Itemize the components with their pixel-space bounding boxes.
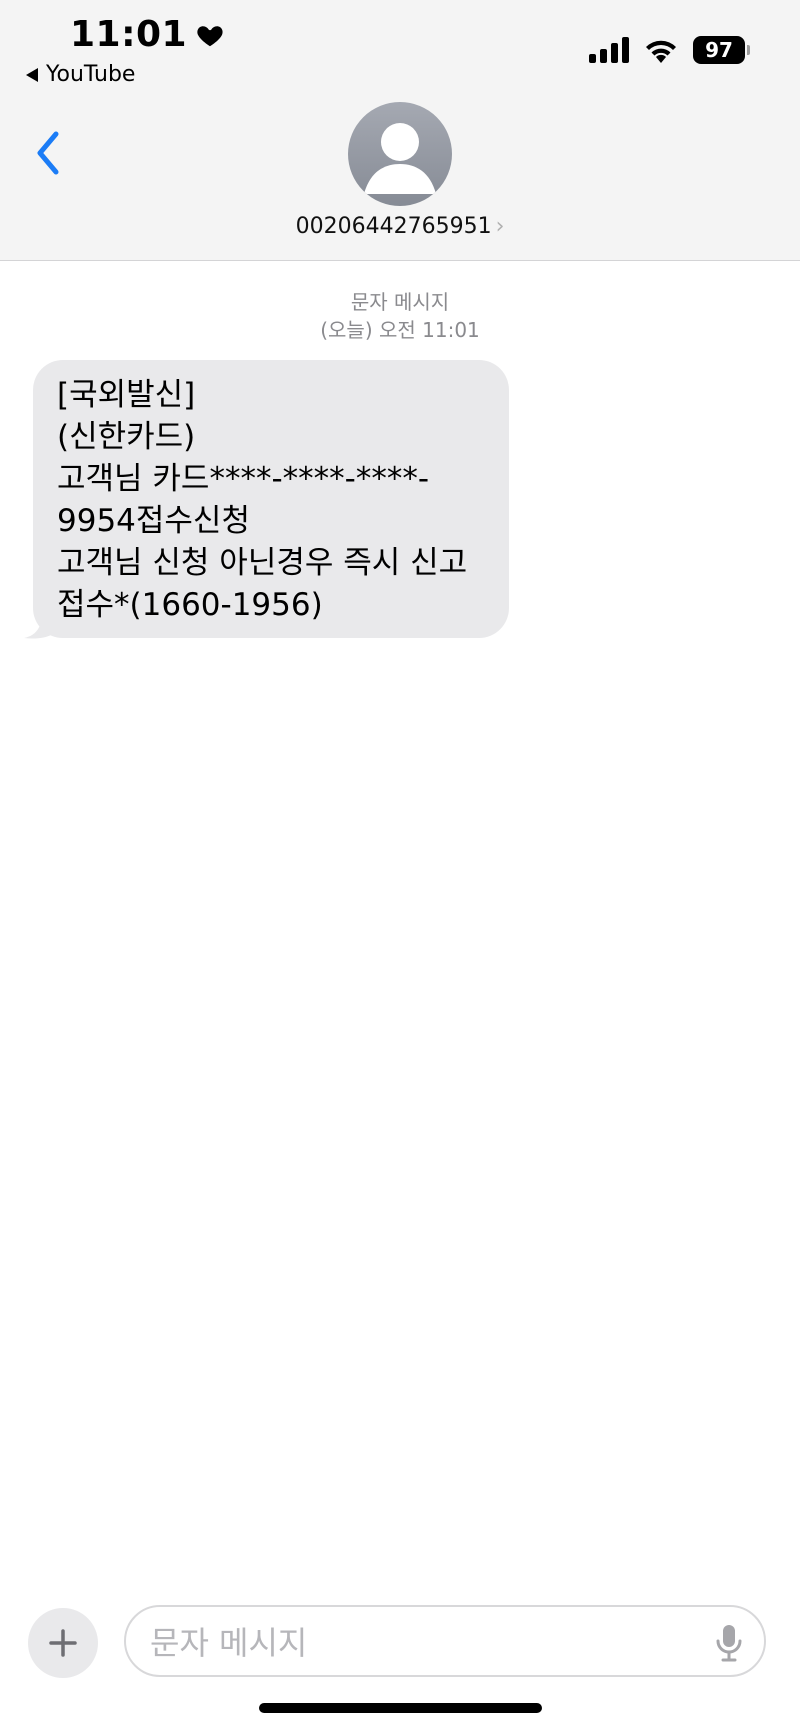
battery-icon: 97 (693, 36, 745, 64)
service-label: 문자 메시지 (350, 290, 450, 314)
message-line: 접수*(1660-1956) (57, 587, 323, 623)
message-line: (신한카드) (57, 419, 196, 455)
message-input[interactable]: 문자 메시지 (124, 1605, 766, 1677)
person-icon (364, 123, 436, 194)
messages-screen: 11:01 YouTube 97 00206442765951 › 문자 메시지… (0, 0, 800, 1731)
back-chevron-icon[interactable] (30, 128, 66, 178)
status-time-text: 11:01 (70, 14, 188, 55)
status-indicators: 97 (589, 36, 750, 64)
plus-icon (49, 1629, 77, 1657)
message-line: 고객님 신청 아닌경우 즉시 신고 (57, 545, 468, 581)
message-line: 고객님 카드****-****-****- (57, 461, 430, 497)
heart-icon (197, 25, 223, 46)
add-attachment-button[interactable] (28, 1608, 98, 1678)
battery-level: 97 (705, 38, 733, 62)
contact-number-text: 00206442765951 (295, 214, 492, 239)
message-line: 9954접수신청 (57, 503, 250, 539)
contact-number[interactable]: 00206442765951 › (0, 214, 800, 239)
microphone-icon[interactable] (714, 1623, 744, 1663)
message-input-placeholder: 문자 메시지 (150, 1624, 308, 1662)
back-triangle-icon (26, 67, 38, 82)
incoming-message-bubble[interactable]: [국외발신] (신한카드) 고객님 카드****-****-****- 9954… (33, 360, 509, 638)
bubble-tail (24, 618, 60, 639)
back-app-label: YouTube (46, 62, 136, 87)
wifi-icon (646, 40, 676, 63)
contact-avatar[interactable] (348, 102, 452, 206)
cellular-signal-icon (589, 37, 629, 63)
message-line: [국외발신] (57, 377, 196, 413)
conversation-header: 11:01 YouTube 97 00206442765951 › (0, 0, 800, 261)
message-timestamp: (오늘) 오전 11:01 (320, 318, 480, 342)
status-time: 11:01 (70, 14, 225, 55)
battery-nub (747, 45, 750, 55)
chevron-right-icon: › (495, 214, 505, 239)
back-to-app-link[interactable]: YouTube (26, 62, 135, 87)
home-indicator[interactable] (259, 1703, 542, 1713)
